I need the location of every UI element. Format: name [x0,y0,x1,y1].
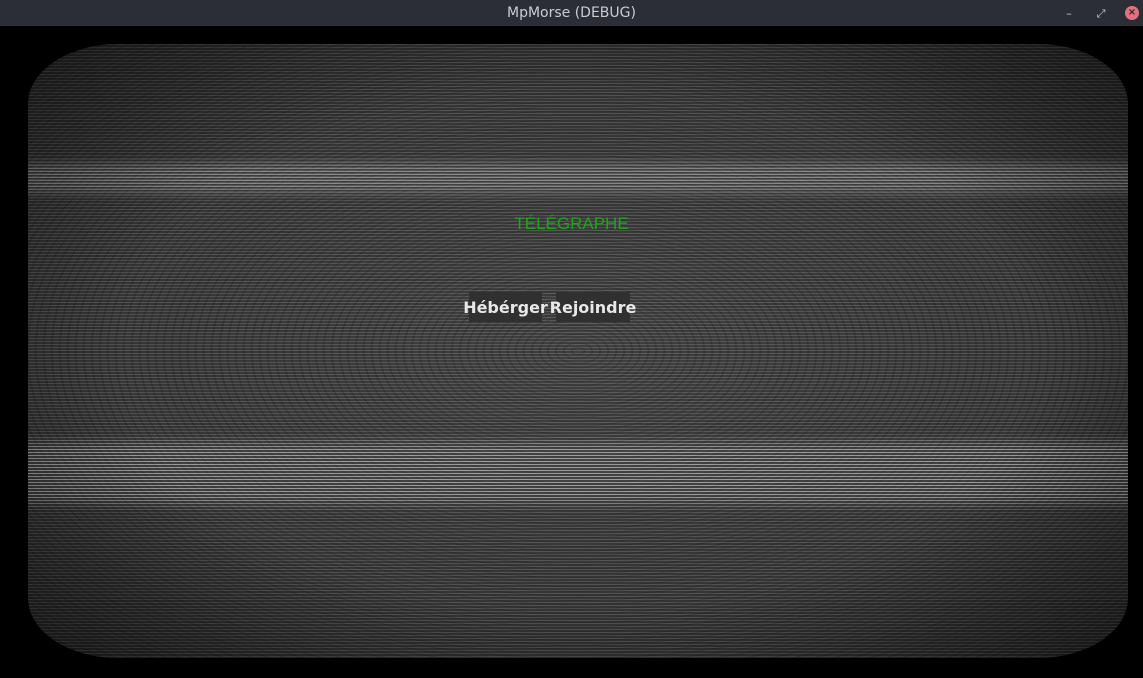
window-title: MpMorse (DEBUG) [507,5,636,21]
main-menu: Hébérger Rejoindre [463,292,636,322]
window-controls: – ⤢ × [1045,0,1139,26]
app-window: MpMorse (DEBUG) – ⤢ × TÉLÉGRAPHE Hébérge… [0,0,1143,678]
minimize-icon[interactable]: – [1061,5,1077,21]
game-viewport [0,26,1143,678]
crt-screen-effect [28,44,1128,658]
game-title: TÉLÉGRAPHE [514,214,629,233]
host-button[interactable]: Hébérger [463,292,548,322]
title-bar[interactable]: MpMorse (DEBUG) – ⤢ × [0,0,1143,26]
crt-vignette [28,44,1128,658]
close-icon[interactable]: × [1125,6,1139,20]
join-button[interactable]: Rejoindre [550,292,636,322]
maximize-icon[interactable]: ⤢ [1093,5,1109,21]
